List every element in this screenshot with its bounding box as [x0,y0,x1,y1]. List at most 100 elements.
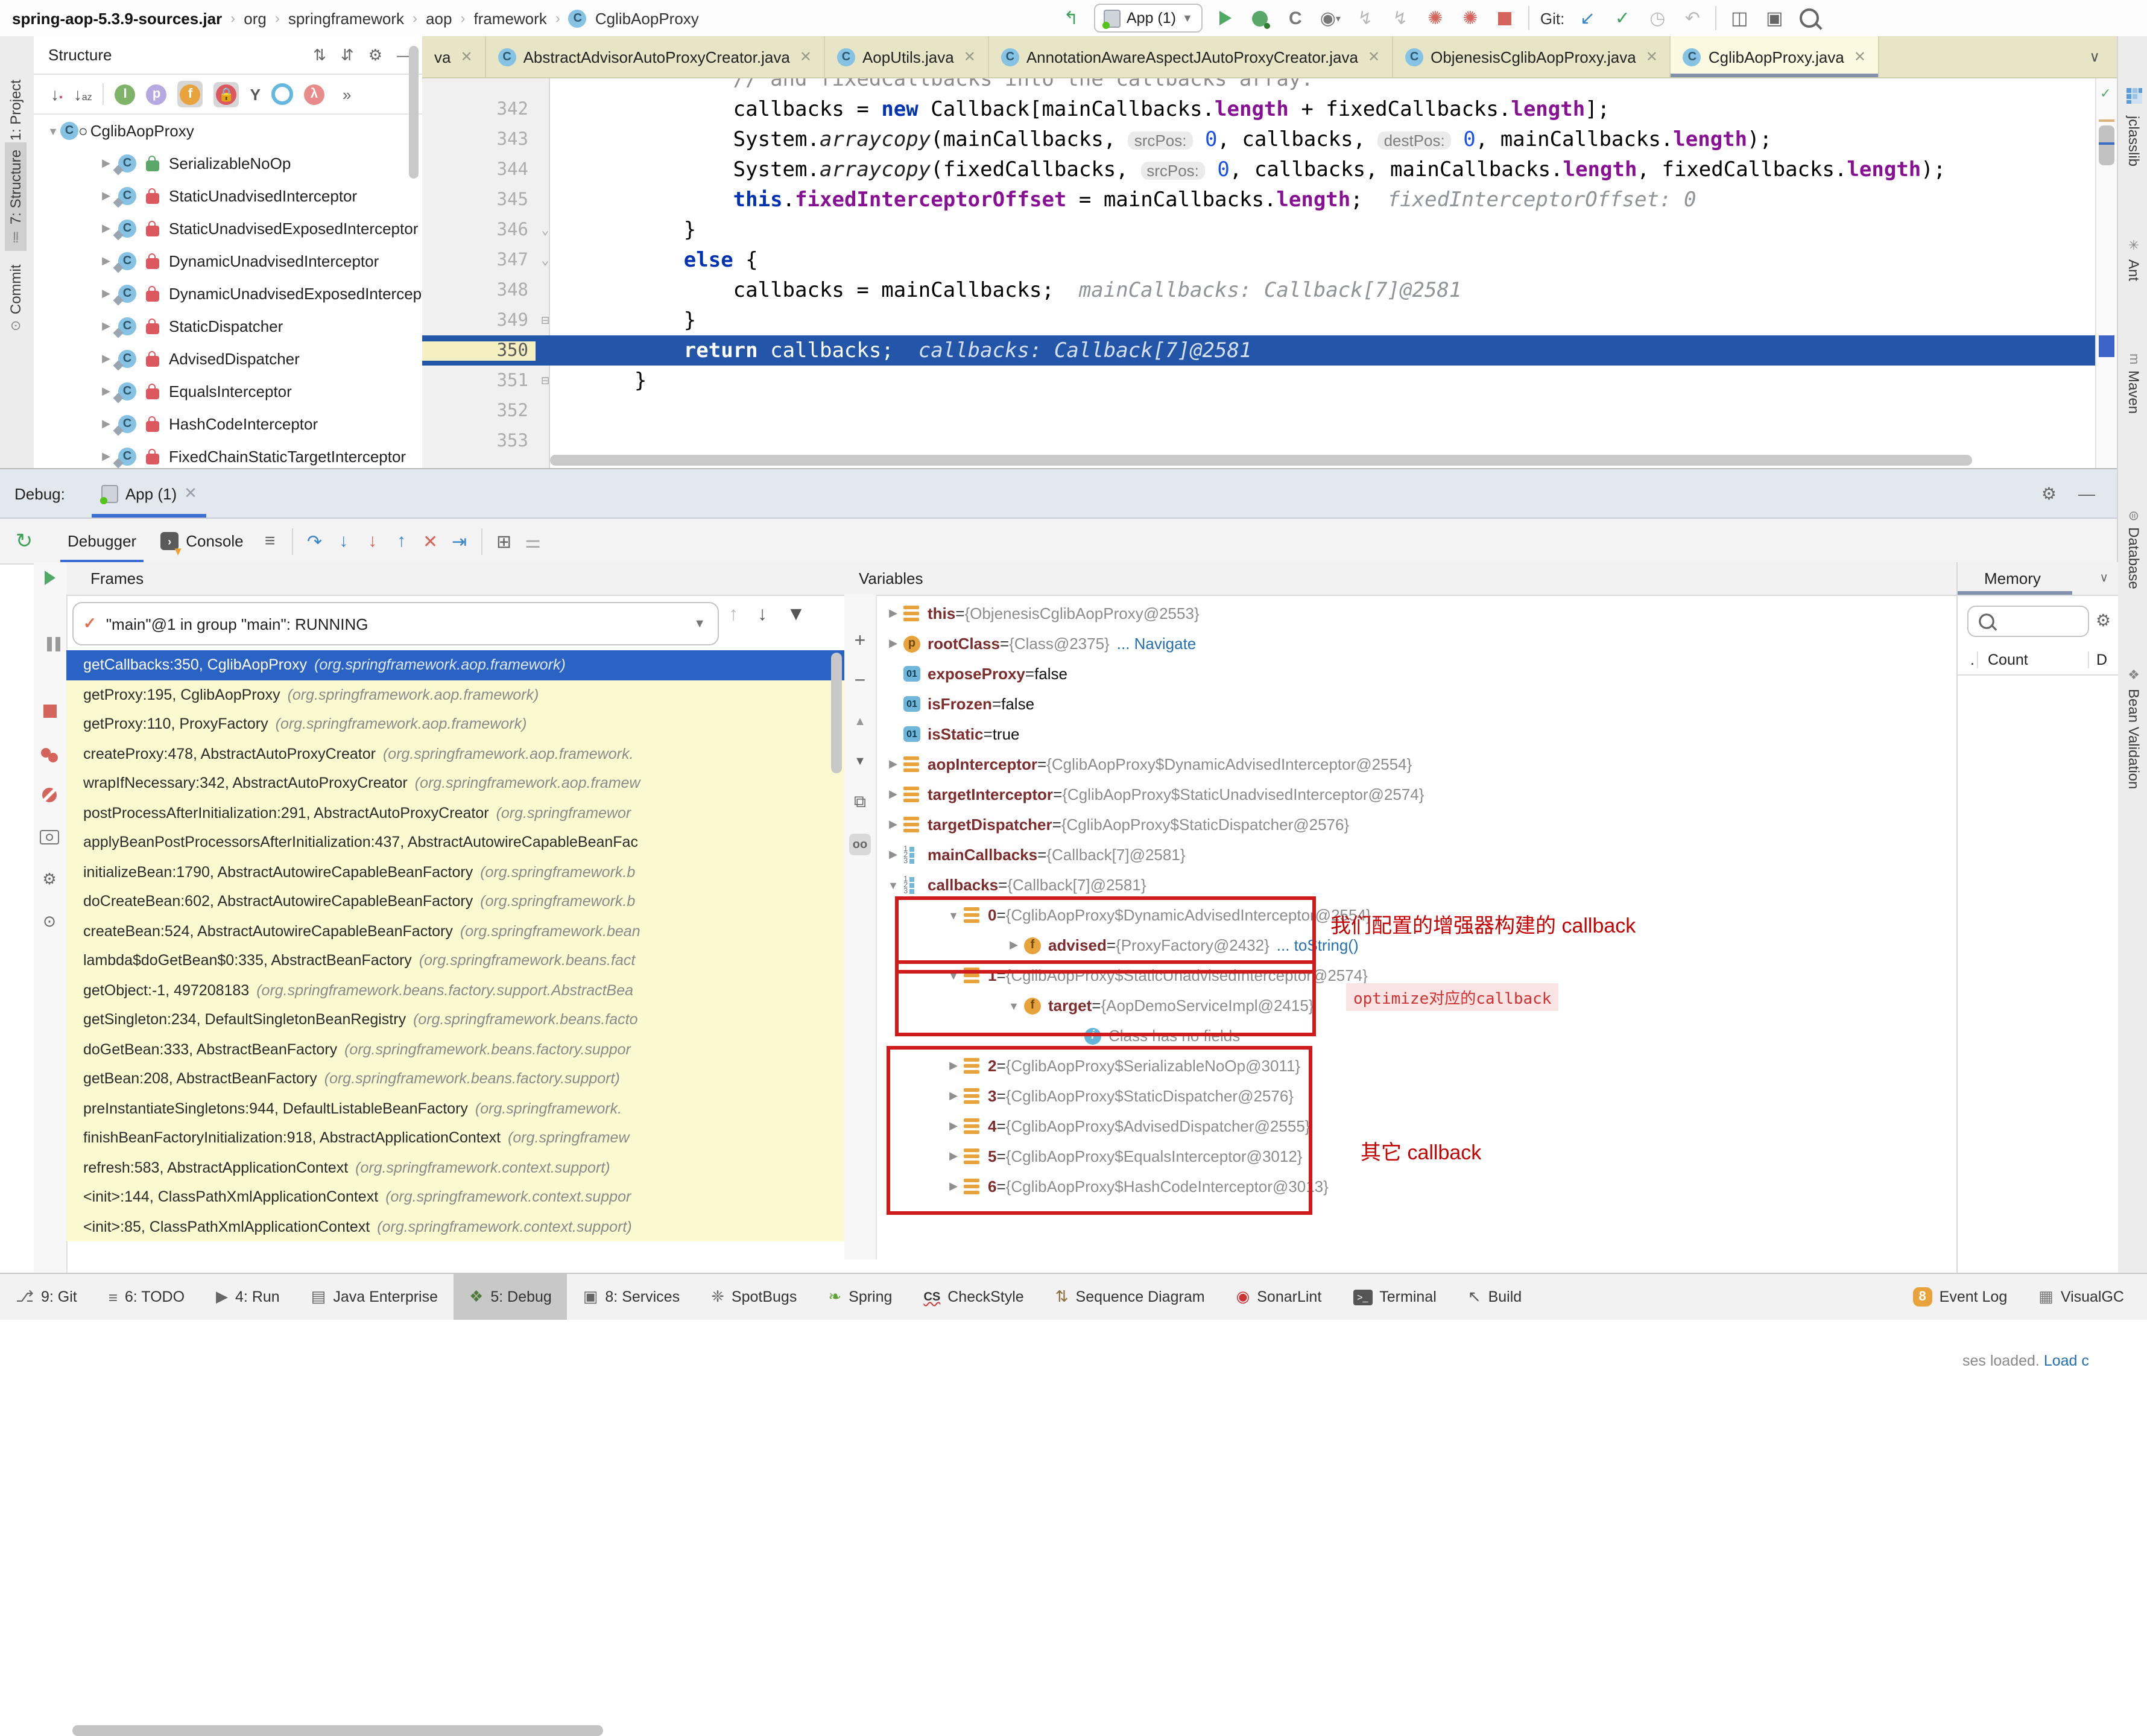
editor-hscrollbar[interactable] [550,455,2096,466]
statusbar-item-spotbugs[interactable]: ❈SpotBugs [695,1274,812,1320]
fold-marker-icon[interactable]: ⌄ [536,222,555,238]
variable-row[interactable]: 01exposeProxy = false [876,659,1956,689]
evaluate-expression-icon[interactable]: ⊞ [490,530,519,552]
code-line[interactable]: 344 System.arraycopy(fixedCallbacks, src… [422,154,2096,185]
step-into-icon[interactable]: ↓ [329,531,358,551]
editor-tab[interactable]: CAnnotationAwareAspectJAutoProxyCreator.… [989,36,1393,77]
breadcrumb-item[interactable]: springframework [288,9,404,27]
stack-frame[interactable]: refresh:583, AbstractApplicationContext(… [66,1153,844,1182]
camera-icon[interactable] [40,828,59,847]
remove-watch-icon[interactable]: − [849,671,871,692]
chevron-collapsed-icon[interactable]: ▶ [885,637,901,650]
editor-right-stripe[interactable]: ✓ [2095,78,2117,468]
code-line[interactable]: 347⌄ else { [422,245,2096,275]
stack-frame[interactable]: createProxy:478, AbstractAutoProxyCreato… [66,739,844,768]
stack-frame[interactable]: doCreateBean:602, AbstractAutowireCapabl… [66,887,844,916]
code-line[interactable]: 345 this.fixedInterceptorOffset = mainCa… [422,185,2096,215]
variable-row[interactable]: ▶aopInterceptor = {CglibAopProxy$Dynamic… [876,749,1956,779]
statusbar-item-eventlog[interactable]: 8Event Log [1897,1287,2023,1307]
step-over-icon[interactable]: ↷ [300,530,329,552]
collapse-all-icon[interactable]: ⇵ [341,45,354,65]
more-icon[interactable]: » [343,85,351,103]
coverage-icon[interactable]: ◉▾ [1318,6,1342,30]
run-config-select[interactable]: App (1) ▼ [1094,4,1203,33]
run-button[interactable] [1213,6,1238,30]
stack-frame[interactable]: getProxy:195, CglibAopProxy(org.springfr… [66,680,844,709]
git-update-icon[interactable]: ↙ [1575,6,1599,30]
force-step-into-icon[interactable]: ↓ [358,531,387,551]
fold-marker-icon[interactable]: ⊟ [536,312,555,328]
rerun-icon[interactable]: ↻ [10,529,39,553]
breadcrumb[interactable]: spring-aop-5.3.9-sources.jar›org›springf… [12,9,699,27]
move-up-icon[interactable]: ▲ [849,711,871,732]
structure-item[interactable]: ▶CDynamicUnadvisedInterceptor [34,245,422,277]
back-arrow-icon[interactable]: ↰ [1059,6,1083,30]
chevron-collapsed-icon[interactable]: ▶ [885,758,901,771]
sort-visibility-icon[interactable]: ↓▪ [51,84,63,104]
statusbar-item-build[interactable]: ↖Build [1452,1274,1537,1320]
fields-toggle[interactable]: f [178,81,203,107]
visibility-icon[interactable] [271,83,293,105]
code-line[interactable]: 342 callbacks = new Callback[mainCallbac… [422,94,2096,124]
git-commit-icon[interactable]: ✓ [1610,6,1634,30]
drop-frame-icon[interactable]: ✕ [416,530,445,552]
hide-icon[interactable]: — [2078,483,2095,504]
mute-breakpoints-icon[interactable] [40,785,59,805]
frames-hscrollbar[interactable] [72,1725,603,1736]
stack-frame[interactable]: <init>:144, ClassPathXmlApplicationConte… [66,1182,844,1212]
stripe-exec-mark[interactable] [2099,335,2114,357]
stack-frame[interactable]: wrapIfNecessary:342, AbstractAutoProxyCr… [66,768,844,798]
step-out-icon[interactable]: ↑ [387,531,416,551]
stack-frame[interactable]: lambda$doGetBean$0:335, AbstractBeanFact… [66,946,844,975]
stack-frame[interactable]: createBean:524, AbstractAutowireCapableB… [66,916,844,946]
stack-frame[interactable]: getCallbacks:350, CglibAopProxy(org.spri… [66,650,844,680]
structure-item[interactable]: ▶CStaticUnadvisedExposedInterceptor [34,212,422,245]
chevron-collapsed-icon[interactable]: ▶ [885,818,901,831]
gear-icon[interactable]: ⚙ [2096,610,2111,631]
structure-item[interactable]: ▶CEqualsInterceptor [34,375,422,408]
variable-row[interactable]: ▼123callbacks = {Callback[7]@2581} [876,870,1956,900]
stack-frame[interactable]: getProxy:110, ProxyFactory(org.springfra… [66,709,844,739]
stack-frame[interactable]: postProcessAfterInitialization:291, Abst… [66,798,844,828]
stack-frame[interactable]: getSingleton:234, DefaultSingletonBeanRe… [66,1005,844,1034]
chevron-collapsed-icon[interactable]: ▶ [885,848,901,861]
code-line[interactable]: 352 [422,396,2096,426]
view-breakpoints-icon[interactable] [40,743,59,762]
sort-alpha-icon[interactable]: ↓az [74,84,92,104]
code-area[interactable]: // and fixedCallbacks into the callbacks… [422,78,2117,468]
close-icon[interactable]: ✕ [1368,48,1380,65]
variable-row[interactable]: ▶prootClass = {Class@2375}... Navigate [876,629,1956,659]
settings-sliders-icon[interactable]: ⚌ [519,530,548,552]
resume-icon[interactable] [40,568,59,588]
profile-red-icon[interactable]: ✺ [1423,6,1447,30]
statusbar-item-spring[interactable]: ❧Spring [812,1274,908,1320]
stop-button[interactable] [1493,6,1517,30]
debug-button[interactable] [1248,6,1273,30]
editor-tab[interactable]: CAbstractAdvisorAutoProxyCreator.java✕ [486,36,825,77]
stack-frame[interactable]: <init>:85, ClassPathXmlApplicationContex… [66,1212,844,1241]
stripe-caret-mark[interactable] [2099,142,2114,145]
next-frame-icon[interactable]: ↓ [757,604,767,626]
debug-session-tab[interactable]: App (1) ✕ [92,469,207,518]
statusbar-item-git[interactable]: ⎇9: Git [0,1274,93,1320]
sidebar-item-database[interactable]: ⊜Database [2123,504,2145,595]
variable-row[interactable]: 01isFrozen = false [876,689,1956,719]
memory-col-count[interactable]: Count [1978,651,2089,668]
close-icon[interactable]: ✕ [800,48,812,65]
duplicate-icon[interactable]: ⧉ [849,790,871,812]
stripe-thumb[interactable] [2099,125,2114,165]
breadcrumb-item[interactable]: aop [426,9,452,27]
close-icon[interactable]: ✕ [184,484,197,503]
structure-item[interactable]: ▶CDynamicUnadvisedExposedInterceptor [34,277,422,310]
run-to-cursor-icon[interactable]: ⇥ [445,530,474,552]
frames-scrollbar[interactable] [831,653,842,773]
hierarchy-icon[interactable]: Y [250,85,261,103]
stripe-mark-warning[interactable] [2099,119,2114,122]
tab-debugger[interactable]: Debugger [55,519,148,563]
move-down-icon[interactable]: ▼ [849,750,871,772]
close-icon[interactable]: ✕ [460,48,472,65]
code-line[interactable]: 346⌄ } [422,215,2096,245]
memory-search-input[interactable] [1967,606,2089,637]
sidebar-item-ant[interactable]: ✳Ant [2123,232,2145,287]
statusbar-item-sequencediagram[interactable]: ⇅Sequence Diagram [1040,1274,1221,1320]
